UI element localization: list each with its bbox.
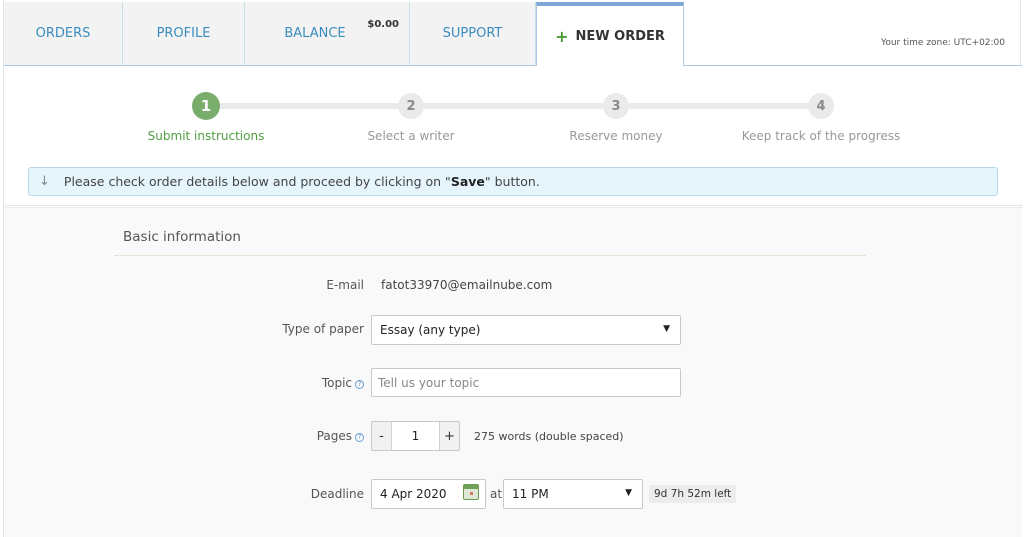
main-nav-tabs: ORDERS PROFILE BALANCE $0.00 SUPPORT + N… [4, 0, 1022, 67]
paper-type-select[interactable]: Essay (any type) ▼ [371, 315, 681, 345]
notice-text-bold: Save [450, 174, 485, 189]
step-connector [629, 103, 819, 109]
pages-word-count: 275 words (double spaced) [474, 430, 624, 443]
step-3-label: Reserve money [569, 129, 663, 143]
step-3-circle: 3 [603, 93, 629, 119]
tab-support-label: SUPPORT [442, 26, 503, 41]
notice-text-before: Please check order details below and pro… [63, 174, 451, 189]
email-value: fatot33970@emailnube.com [381, 278, 553, 292]
tab-balance[interactable]: BALANCE $0.00 [245, 2, 410, 65]
tab-support[interactable]: SUPPORT [410, 2, 536, 65]
help-icon[interactable]: ? [355, 433, 364, 442]
deadline-at-label: at [490, 487, 503, 501]
calendar-icon[interactable] [463, 484, 479, 500]
pages-label-text: Pages [316, 429, 352, 443]
notice-text: Please check order details below and pro… [64, 174, 540, 189]
paper-type-label: Type of paper [282, 322, 364, 336]
step-4-circle: 4 [808, 93, 834, 119]
plus-icon: + [555, 27, 569, 46]
caret-down-icon: ▼ [625, 488, 632, 498]
tab-orders-label: ORDERS [35, 26, 91, 41]
step-2-label: Select a writer [367, 129, 455, 143]
timezone-label: Your time zone: UTC+02:00 [881, 38, 1005, 48]
deadline-time-select[interactable]: 11 PM ▼ [503, 479, 643, 509]
arrow-down-icon: ↓ [39, 174, 50, 189]
step-1-label: Submit instructions [147, 129, 265, 143]
notice-text-after: " button. [484, 174, 540, 189]
deadline-time-value: 11 PM [512, 487, 549, 501]
tab-orders[interactable]: ORDERS [4, 2, 123, 65]
deadline-label: Deadline [310, 487, 364, 501]
step-connector [424, 103, 614, 109]
tab-new-order[interactable]: + NEW ORDER [536, 2, 684, 67]
email-label: E-mail [326, 278, 364, 292]
tab-new-order-label: NEW ORDER [575, 29, 665, 44]
topic-label-text: Topic [321, 376, 352, 390]
pages-label: Pages? [317, 429, 364, 443]
tab-balance-label: BALANCE [284, 26, 346, 41]
order-progress-steps: 1 2 3 4 Submit instructions Select a wri… [4, 66, 1022, 206]
step-2-circle: 2 [398, 93, 424, 119]
step-1-circle: 1 [192, 92, 220, 120]
balance-amount: $0.00 [367, 19, 399, 30]
order-form: Basic information E-mail fatot33970@emai… [4, 207, 1022, 537]
paper-type-value: Essay (any type) [380, 323, 481, 337]
caret-down-icon: ▼ [663, 324, 670, 334]
section-divider [115, 255, 865, 256]
pages-decrement-button[interactable]: - [372, 422, 392, 450]
deadline-date-value: 4 Apr 2020 [380, 487, 447, 501]
info-notice: ↓ Please check order details below and p… [28, 167, 998, 196]
pages-stepper: - 1 + [371, 421, 460, 451]
topic-label: Topic? [322, 376, 364, 390]
section-title: Basic information [123, 229, 241, 245]
pages-increment-button[interactable]: + [439, 422, 459, 450]
step-4-label: Keep track of the progress [741, 129, 901, 143]
tab-profile[interactable]: PROFILE [123, 2, 245, 65]
step-connector [214, 103, 404, 109]
time-left-badge: 9d 7h 52m left [649, 485, 737, 503]
app-frame: ORDERS PROFILE BALANCE $0.00 SUPPORT + N… [3, 0, 1022, 537]
pages-value-input[interactable]: 1 [392, 422, 439, 450]
help-icon[interactable]: ? [355, 380, 364, 389]
topic-input[interactable] [371, 368, 681, 397]
tab-profile-label: PROFILE [156, 26, 211, 41]
